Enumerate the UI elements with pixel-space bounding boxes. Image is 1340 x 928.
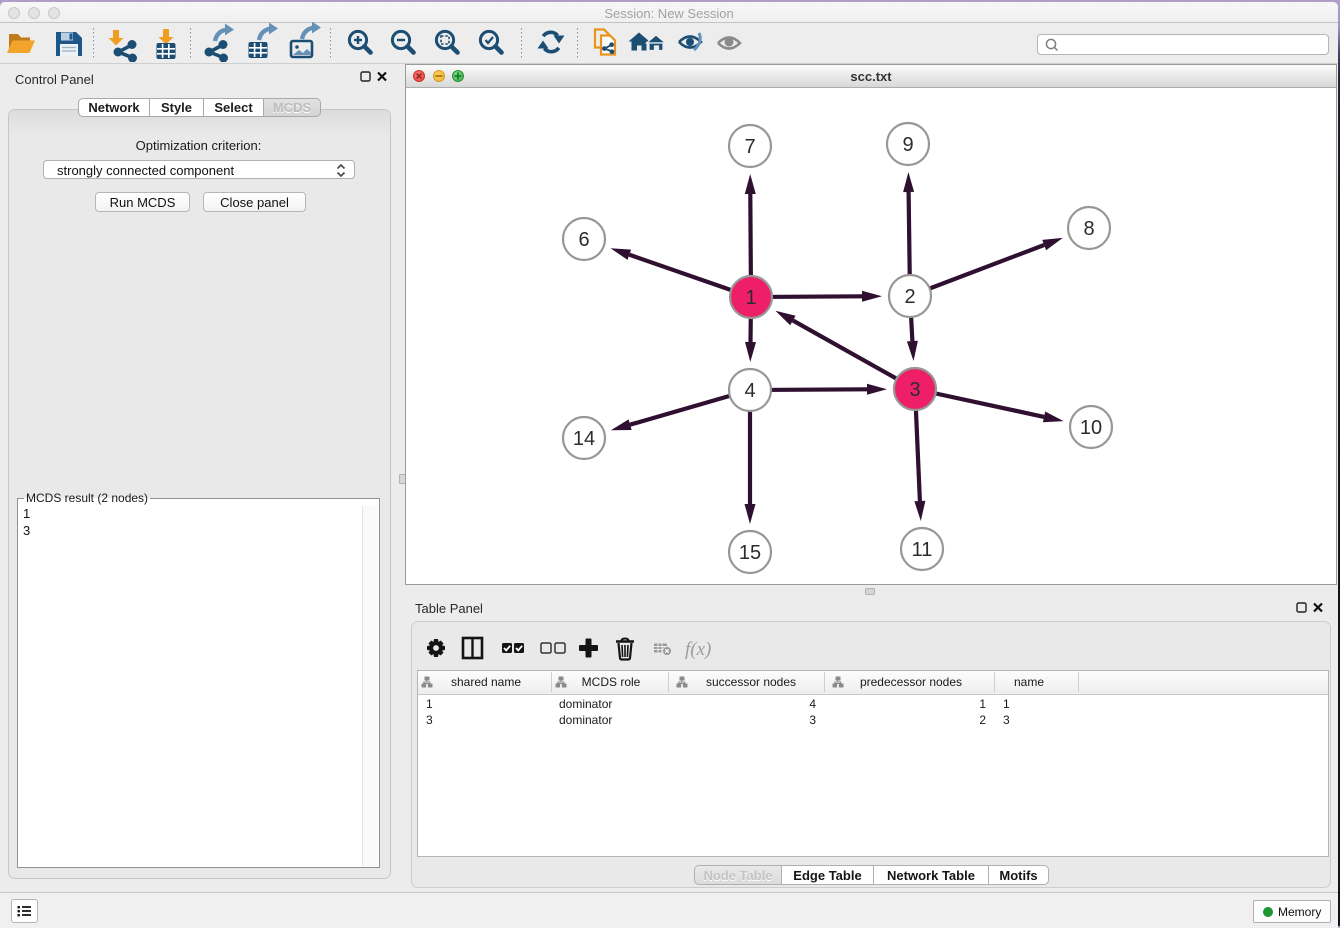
svg-text:predecessor nodes: predecessor nodes [860,675,962,689]
svg-text:8: 8 [1083,218,1094,240]
svg-text:name: name [1014,675,1044,689]
svg-text:f(x): f(x) [685,639,711,660]
svg-text:3: 3 [809,713,816,727]
svg-text:10: 10 [1080,417,1102,439]
svg-text:1: 1 [745,287,756,309]
svg-text:2: 2 [904,286,915,308]
svg-text:4: 4 [809,697,816,711]
svg-text:9: 9 [902,134,913,156]
svg-text:dominator: dominator [559,713,612,727]
svg-text:15: 15 [739,542,761,564]
svg-text:1: 1 [1003,697,1010,711]
svg-text:MCDS role: MCDS role [582,675,641,689]
svg-text:3: 3 [426,713,433,727]
svg-text:4: 4 [744,380,755,402]
svg-text:successor nodes: successor nodes [706,675,796,689]
svg-text:shared name: shared name [451,675,521,689]
svg-text:11: 11 [912,539,933,561]
svg-text:14: 14 [573,428,595,450]
svg-text:2: 2 [979,713,986,727]
svg-text:3: 3 [1003,713,1010,727]
svg-text:1: 1 [979,697,986,711]
svg-text:7: 7 [744,136,755,158]
svg-text:1: 1 [426,697,433,711]
svg-text:dominator: dominator [559,697,612,711]
svg-text:6: 6 [578,229,589,251]
svg-text:3: 3 [909,379,920,401]
